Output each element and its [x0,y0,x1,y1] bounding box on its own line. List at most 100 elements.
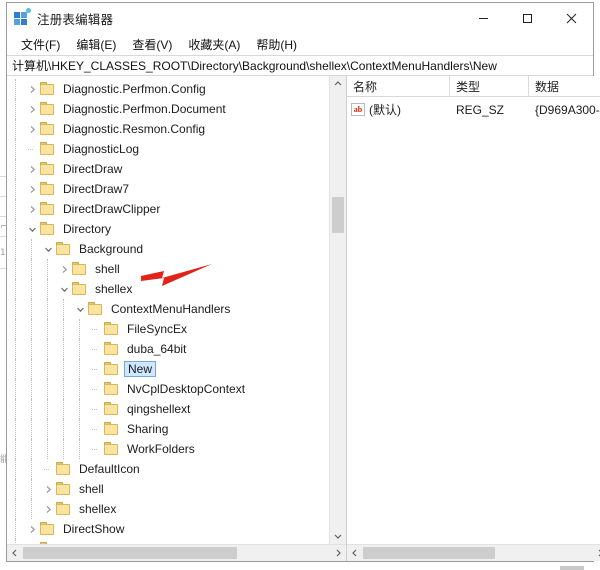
tree-item-label: DirectShow [63,522,125,536]
tree-item-label: ContextMenuHandlers [111,302,231,316]
tree-item-directshow[interactable]: DirectShow [7,519,329,539]
chevron-right-icon[interactable] [41,499,56,519]
chevron-right-icon[interactable] [41,479,56,499]
chevron-down-icon[interactable] [25,219,40,239]
values-hscroll-track[interactable] [363,545,592,561]
folder-icon [104,362,120,376]
tree-hscroll-thumb[interactable] [23,547,237,559]
tree-indent [7,439,89,459]
chevron-down-icon[interactable] [57,279,72,299]
tree-guide-line [15,159,17,179]
tree-horizontal-scrollbar[interactable] [7,544,346,561]
tree-guide-line [47,359,49,379]
tree-item-label: NvCplDesktopContext [127,382,246,396]
chevron-right-icon[interactable] [25,159,40,179]
maximize-button[interactable] [505,3,549,33]
tree-item-filesyncex[interactable]: FileSyncEx [7,319,329,339]
tree-item-duba-64bit[interactable]: duba_64bit [7,339,329,359]
tree-item-background[interactable]: Background [7,239,329,259]
tree-item-diagnostic-perfmon-document[interactable]: Diagnostic.Perfmon.Document [7,99,329,119]
tree-item-sharing[interactable]: Sharing [7,419,329,439]
tree-indent [7,259,57,279]
menu-file[interactable]: 文件(F) [13,34,68,55]
tree-guide-line [15,339,17,359]
chevron-down-icon[interactable] [73,299,88,319]
tree-item-label: qingshellext [127,402,191,416]
chevron-down-icon[interactable] [41,239,56,259]
chevron-right-icon[interactable] [25,179,40,199]
tree-item-defaulticon[interactable]: DefaultIcon [7,459,329,479]
tree-item-diagnostic-resmon-config[interactable]: Diagnostic.Resmon.Config [7,119,329,139]
tree-item-directdrawclipper[interactable]: DirectDrawClipper [7,199,329,219]
values-scroll-right-button[interactable] [592,545,600,561]
column-header-data[interactable]: 数据 [529,76,600,96]
folder-icon [40,182,56,196]
chevron-right-icon[interactable] [25,79,40,99]
menu-help[interactable]: 帮助(H) [248,34,305,55]
tree-guide-line [15,199,17,219]
tree-item-directdraw7[interactable]: DirectDraw7 [7,179,329,199]
tree-item-shell[interactable]: shell [7,479,329,499]
tree-guide-line [31,459,33,479]
chevron-right-icon[interactable] [25,539,40,544]
tree-item-directory[interactable]: Directory [7,219,329,239]
menu-edit[interactable]: 编辑(E) [68,34,124,55]
address-bar[interactable]: 计算机\HKEY_CLASSES_ROOT\Directory\Backgrou… [7,55,593,76]
chevron-right-icon[interactable] [25,99,40,119]
chevron-right-icon[interactable] [57,259,72,279]
folder-icon [56,482,72,496]
scroll-down-button[interactable] [330,528,346,544]
folder-icon [40,522,56,536]
tree-hscroll-track[interactable] [23,545,330,561]
chevron-right-icon[interactable] [25,119,40,139]
tree-item-label: shellex [95,282,133,296]
menu-favorites[interactable]: 收藏夹(A) [180,34,248,55]
tree-item-new[interactable]: New [7,359,329,379]
tree-item-shellex[interactable]: shellex [7,499,329,519]
tree-guide-line [15,459,17,479]
tree-vertical-scrollbar[interactable] [329,76,346,544]
tree-scroll-track[interactable] [330,92,346,528]
scroll-up-button[interactable] [330,76,346,92]
tree-guide-line [47,399,49,419]
folder-icon [88,302,104,316]
column-header-type[interactable]: 类型 [450,76,529,96]
tree-indent [7,419,89,439]
tree-item-contextmenuhandlers[interactable]: ContextMenuHandlers [7,299,329,319]
tree-item-label: WorkFolders [127,442,195,456]
tree-scroll-thumb[interactable] [332,197,344,233]
chevron-right-icon[interactable] [25,199,40,219]
close-button[interactable] [549,3,593,33]
values-list[interactable]: ab (默认) REG_SZ {D969A300-E [347,97,600,544]
scroll-right-button[interactable] [330,545,346,561]
value-data-cell: {D969A300-E [535,102,600,117]
tree-indent [7,359,89,379]
chevron-right-icon[interactable] [25,519,40,539]
tree-item-workfolders[interactable]: WorkFolders [7,439,329,459]
tree-item-label: DirectDrawClipper [63,202,161,216]
tree-item-diagnosticlog[interactable]: DiagnosticLog [7,139,329,159]
minimize-button[interactable] [461,3,505,33]
scroll-left-button[interactable] [7,545,23,561]
registry-key-tree[interactable]: Diagnostic.Perfmon.Config Diagnostic.Perf… [7,76,329,544]
folder-icon [56,502,72,516]
values-horizontal-scrollbar[interactable] [347,544,600,561]
values-hscroll-thumb[interactable] [363,547,495,559]
tree-item-shell[interactable]: shell [7,259,329,279]
tree-guide-line [15,399,17,419]
tree-guide-line [63,319,65,339]
column-header-name[interactable]: 名称 [347,76,450,96]
tree-item-directdraw[interactable]: DirectDraw [7,159,329,179]
tree-item-shellex[interactable]: shellex [7,279,329,299]
tree-item-qingshellext[interactable]: qingshellext [7,399,329,419]
menu-view[interactable]: 查看(V) [124,34,180,55]
tree-item-diagnostic-perfmon-config[interactable]: Diagnostic.Perfmon.Config [7,79,329,99]
tree-guide-line [31,339,33,359]
tree-indent [7,339,89,359]
tree-item-directxfile[interactable]: DirectXFile [7,539,329,544]
values-scroll-left-button[interactable] [347,545,363,561]
table-row[interactable]: ab (默认) REG_SZ {D969A300-E [347,100,600,119]
tree-item-label: DefaultIcon [79,462,140,476]
window-controls [461,3,593,33]
tree-item-nvcpldesktopcontext[interactable]: NvCplDesktopContext [7,379,329,399]
